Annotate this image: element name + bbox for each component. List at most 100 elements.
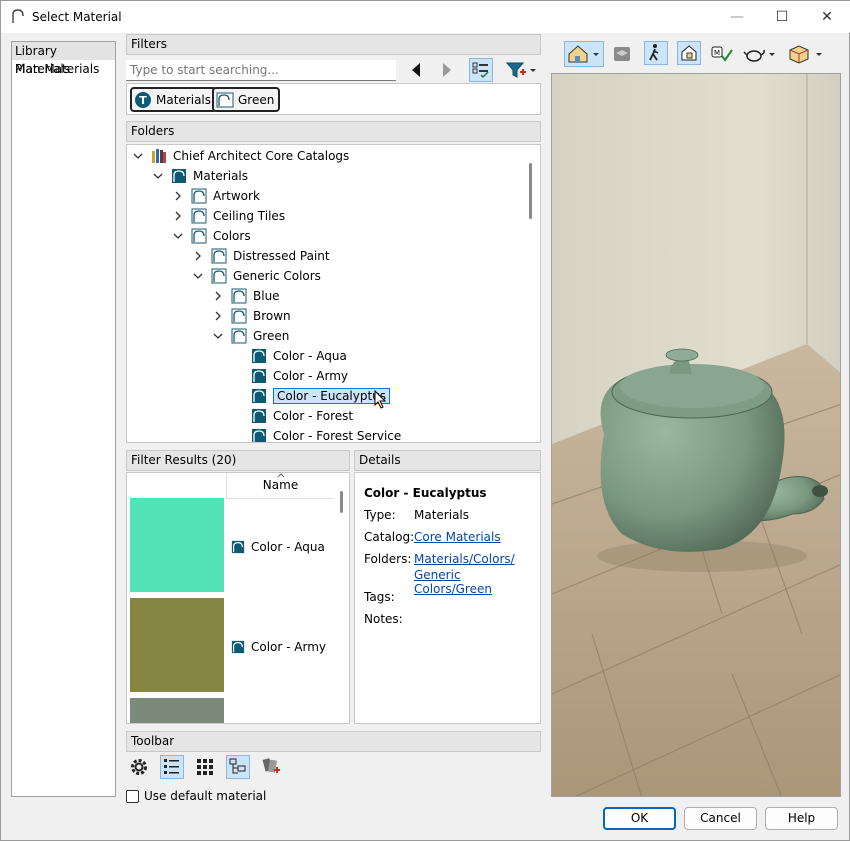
room-view-button[interactable] [677,41,701,65]
folders-header: Folders [126,121,541,142]
tree-item[interactable]: Green [213,326,289,346]
minimize-button[interactable]: — [714,1,760,33]
filter-tag-materials[interactable]: T Materials [130,87,218,112]
catalog-books-icon [152,149,166,163]
teapot-icon [743,49,775,62]
teapot-shape-dropdown[interactable] [742,42,778,66]
tree-item[interactable]: Materials [153,166,248,186]
details-notes-label: Notes: [364,612,403,626]
layer-view-button[interactable] [610,42,634,66]
tree-item[interactable]: Ceiling Tiles [173,206,285,226]
tree-item-label: Colors [213,229,251,243]
add-filter-dropdown[interactable] [503,58,539,82]
tree-view-button[interactable] [226,755,250,779]
chevron-right-icon[interactable] [213,291,223,301]
tree-item[interactable]: Color - Forest Service [233,426,401,442]
result-item[interactable]: Color - Army [127,598,334,698]
room-house-icon [681,45,697,61]
use-default-material-label: Use default material [144,789,267,803]
maximize-button[interactable]: ☐ [759,1,805,33]
chevron-down-icon[interactable] [213,331,223,341]
ok-button[interactable]: OK [603,807,676,830]
details-type-label: Type: [364,508,396,522]
results-scrollbar[interactable] [340,491,343,513]
help-button[interactable]: Help [765,807,838,830]
chevron-down-icon[interactable] [153,171,163,181]
tree-item-label: Color - Eucalyptus [273,388,391,404]
tree-item[interactable]: Artwork [173,186,260,206]
folder-icon [231,328,247,344]
grid-view-button[interactable] [193,755,217,779]
details-folders-link-2[interactable]: Generic Colors/Green [414,568,540,596]
arrow-right-icon [443,63,451,77]
chevron-down-icon[interactable] [173,231,183,241]
material-filled-icon [252,409,266,423]
tree-item-label: Chief Architect Core Catalogs [173,149,350,163]
chevron-right-icon[interactable] [213,311,223,321]
close-icon: ✕ [821,9,833,25]
tree-item[interactable]: Colors [173,226,251,246]
tree-item[interactable]: Color - Army [233,366,348,386]
sidebar-item-library-materials[interactable]: Library Materials [12,42,115,76]
tree-item[interactable]: Blue [213,286,280,306]
tree-item-label: Artwork [213,189,260,203]
details-folders-link[interactable]: Materials/Colors/ [414,552,515,566]
tree-item-label: Brown [253,309,291,323]
close-button[interactable]: ✕ [804,1,850,33]
name-column-header[interactable]: Name [226,473,334,499]
tree-item[interactable]: Distressed Paint [193,246,330,266]
filter-options-button[interactable] [469,58,493,82]
material-preview[interactable] [551,73,841,797]
details-tags-label: Tags: [364,590,395,604]
back-button[interactable] [404,58,428,82]
folder-tree[interactable]: Chief Architect Core Catalogs Materials Ar… [126,144,541,443]
chevron-right-icon[interactable] [173,211,183,221]
walkthrough-button[interactable] [644,41,668,65]
preview-shape-dropdown[interactable] [787,42,825,66]
tree-item[interactable]: Chief Architect Core Catalogs [133,146,349,166]
tree-scrollbar[interactable] [529,163,532,219]
chevron-down-icon[interactable] [193,271,203,281]
house-camera-icon [568,45,599,63]
use-default-material-checkbox[interactable] [126,790,139,803]
search-input[interactable]: Type to start searching... [126,60,396,81]
list-view-button[interactable] [160,755,184,779]
tree-item[interactable]: Color - Eucalyptus [233,386,391,409]
toolbar-header: Toolbar [126,731,541,752]
tree-item[interactable]: Color - Aqua [233,346,347,366]
details-catalog-link[interactable]: Core Materials [414,530,501,544]
list-view-icon [164,759,179,774]
chevron-right-icon[interactable] [193,251,203,261]
teapot-preview-render [552,74,840,796]
sidebar-item-plan-materials[interactable]: Plan Materials [12,60,115,78]
tree-item[interactable]: Color - Forest [233,406,353,426]
result-item[interactable] [127,698,334,723]
material-painter-button[interactable] [259,755,283,779]
svg-text:M: M [714,49,720,57]
filter-tag-green[interactable]: Green [212,87,281,112]
paint-swatch-icon [262,758,280,773]
settings-button[interactable] [127,755,151,779]
tree-item-label: Materials [193,169,249,183]
chevron-right-icon[interactable] [173,191,183,201]
tree-item-label: Color - Army [273,369,349,383]
tree-item-label: Distressed Paint [233,249,330,263]
material-filled-icon [252,389,266,403]
material-check-button[interactable]: M [710,42,734,66]
camera-view-dropdown[interactable] [564,41,604,67]
tree-item[interactable]: Brown [213,306,291,326]
result-item[interactable]: Color - Aqua [127,498,334,598]
material-swatch [130,498,224,592]
materials-type-icon: T [135,91,151,108]
cube-icon [789,45,822,64]
details-type-value: Materials [414,508,470,522]
folder-icon [211,268,227,284]
cancel-button[interactable]: Cancel [684,807,757,830]
folder-icon [231,308,247,324]
material-filled-icon [252,369,266,383]
material-filled-icon [231,640,245,654]
material-check-icon: M [711,46,733,62]
chevron-down-icon[interactable] [133,151,143,161]
forward-button[interactable] [435,58,459,82]
tree-item[interactable]: Generic Colors [193,266,321,286]
